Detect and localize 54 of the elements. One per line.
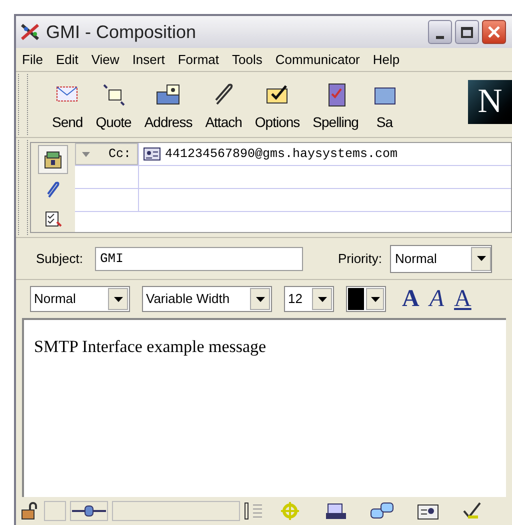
toolbar-button[interactable]: Sa (367, 82, 402, 133)
maximize-button[interactable] (455, 20, 479, 44)
bold-button[interactable]: A (402, 287, 420, 311)
toolbar-grip[interactable] (18, 74, 28, 135)
chat-bubbles-icon (370, 501, 394, 521)
pen-check-icon (462, 501, 482, 521)
paragraph-style-dropdown[interactable]: Normal (30, 286, 130, 312)
underline-button[interactable]: A (454, 287, 472, 311)
font-size-dropdown[interactable]: 12 (284, 286, 334, 312)
component-bar-grip-icon (244, 501, 264, 521)
font-dropdown[interactable]: Variable Width (142, 286, 272, 312)
menu-item[interactable]: Insert (132, 50, 165, 70)
pen-icon (20, 22, 42, 42)
recipient-address[interactable]: 441234567890@gms.haysystems.com (165, 144, 398, 164)
subject-field[interactable]: GMI (94, 246, 303, 270)
toolbar-grip[interactable] (18, 140, 28, 235)
italic-button[interactable]: A (429, 287, 444, 311)
address-tab[interactable] (38, 145, 68, 174)
paperclip-icon (45, 180, 61, 198)
toolbar-button[interactable]: Send (48, 82, 87, 133)
minimize-button[interactable] (428, 20, 452, 44)
priority-label: Priority: (338, 250, 382, 268)
minimize-icon (436, 36, 444, 39)
menu-item[interactable]: File (22, 50, 43, 70)
maximize-icon (461, 26, 473, 38)
contact-card-icon (143, 147, 161, 161)
text-color-dropdown[interactable] (346, 286, 386, 312)
menu-item[interactable]: Format (178, 50, 219, 70)
toolbar-button[interactable]: Spelling (308, 82, 362, 133)
menu-item[interactable]: Help (372, 50, 400, 70)
priority-dropdown[interactable]: Normal (390, 244, 492, 272)
connection-plug-icon (72, 505, 106, 517)
netscape-logo: N (468, 80, 512, 124)
close-icon (488, 26, 500, 38)
menu-item[interactable]: Tools (232, 50, 262, 70)
menu-item[interactable]: Communicator (275, 50, 360, 70)
checklist-icon (44, 210, 62, 228)
menu-item[interactable]: Edit (56, 50, 78, 70)
message-body[interactable]: SMTP Interface example message (22, 318, 506, 497)
window-title: GMI - Composition (46, 20, 196, 44)
menu-item[interactable]: View (91, 50, 120, 70)
dropdown-arrow-icon (82, 152, 90, 156)
toolbar-button[interactable]: Options (250, 82, 304, 133)
toolbar-button[interactable]: Address (140, 82, 196, 133)
toolbar-button[interactable]: Quote (92, 82, 136, 133)
subject-label: Subject: (36, 250, 83, 268)
padlock-icon (20, 502, 40, 520)
quote-icon (100, 82, 127, 108)
toolbar-button[interactable]: Attach (201, 82, 246, 133)
card-file-icon (43, 150, 63, 170)
address-type-dropdown[interactable]: Cc: (75, 143, 138, 165)
status-panel (44, 501, 66, 521)
close-button[interactable] (482, 20, 506, 44)
message-text: SMTP Interface example message (34, 337, 266, 356)
